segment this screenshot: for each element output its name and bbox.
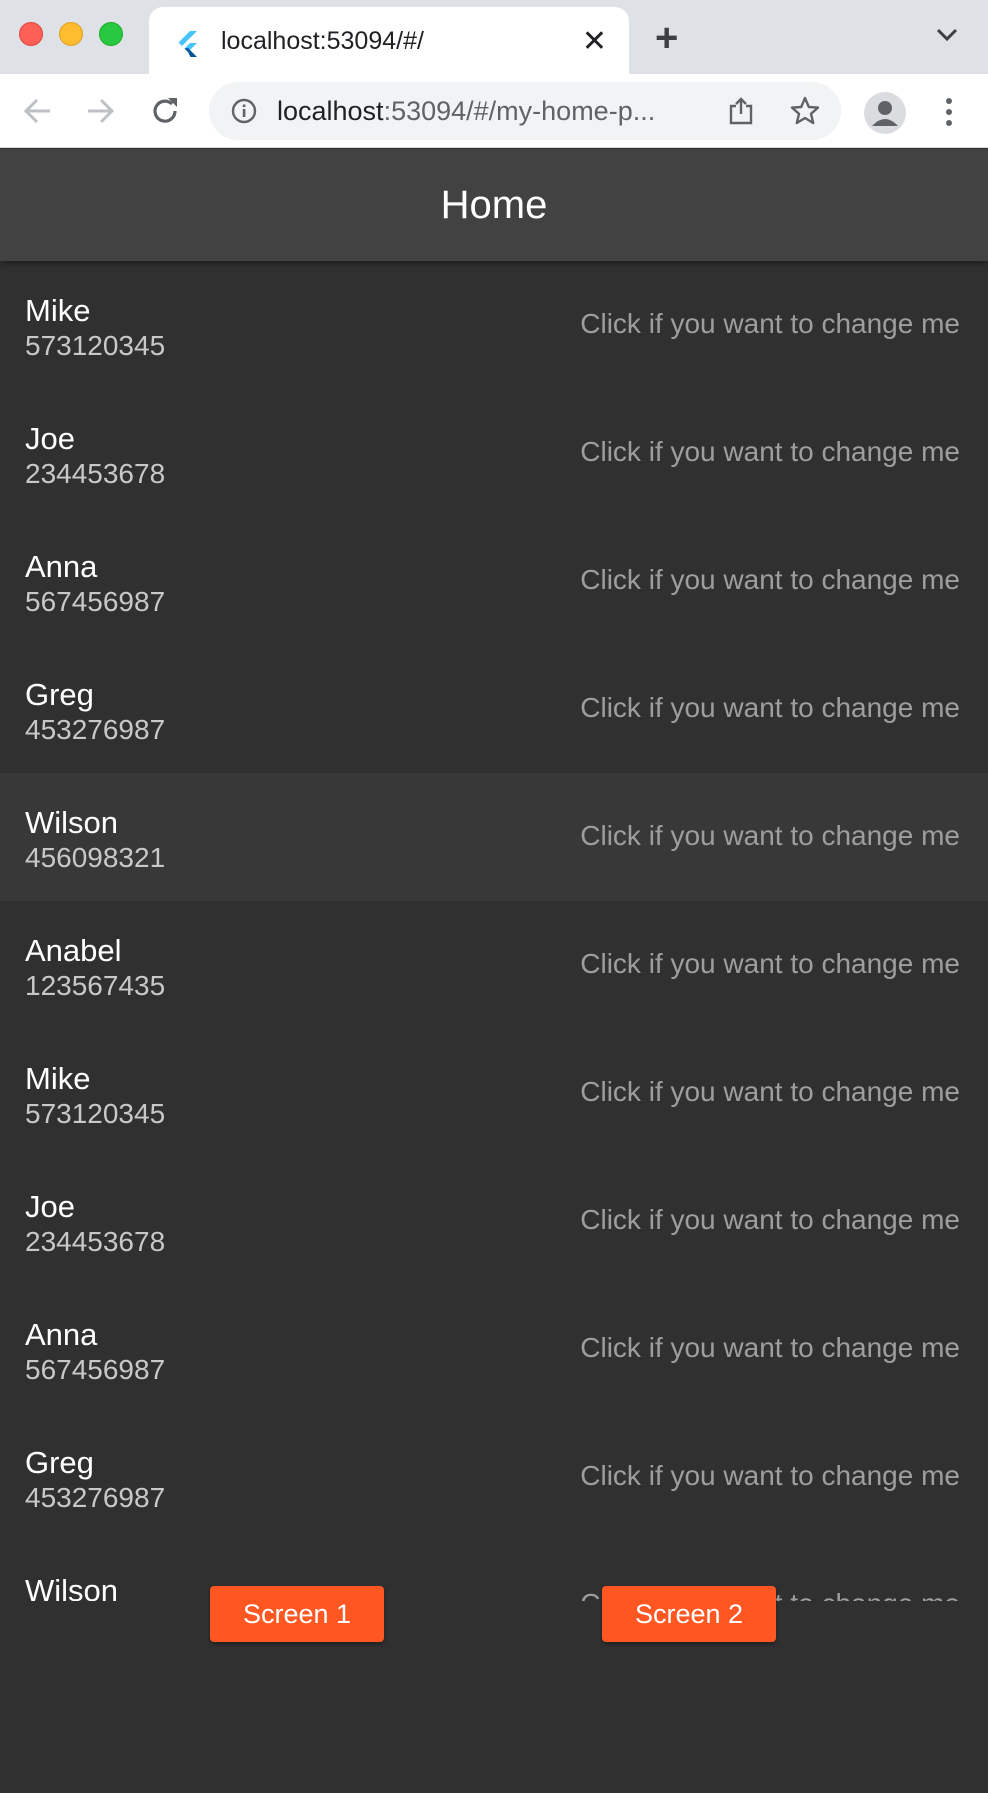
contact-phone: 453276987	[25, 714, 166, 745]
page-title: Home	[440, 183, 548, 227]
screen-2-button[interactable]: Screen 2	[602, 1586, 776, 1642]
tab-title: localhost:53094/#/	[221, 27, 424, 55]
change-me-link[interactable]: Click if you want to change me	[580, 1204, 960, 1236]
browser-toolbar: localhost:53094/#/my-home-p...	[0, 74, 988, 148]
contact-name: Greg	[25, 677, 94, 712]
close-tab-icon[interactable]: ✕	[582, 27, 607, 57]
change-me-link[interactable]: Click if you want to change me	[580, 948, 960, 980]
list-item[interactable]: Anna 567456987 Click if you want to chan…	[0, 517, 988, 645]
list-item[interactable]: Mike 573120345 Click if you want to chan…	[0, 1029, 988, 1157]
list-item[interactable]: Greg 453276987 Click if you want to chan…	[0, 645, 988, 773]
profile-avatar-icon[interactable]	[864, 92, 906, 134]
contact-name: Wilson	[25, 805, 119, 840]
contact-name: Joe	[25, 421, 75, 456]
url-host: localhost	[277, 96, 384, 126]
contact-name: Joe	[25, 1189, 75, 1224]
browser-menu-icon[interactable]	[935, 94, 963, 130]
address-bar[interactable]: localhost:53094/#/my-home-p...	[209, 82, 841, 140]
list-item[interactable]: Anna 567456987 Click if you want to chan…	[0, 1285, 988, 1413]
contact-phone: 456098321	[25, 842, 166, 873]
url-text: localhost:53094/#/my-home-p...	[277, 96, 711, 127]
change-me-link[interactable]: Click if you want to change me	[580, 1332, 960, 1364]
browser-tab[interactable]: localhost:53094/#/ ✕	[149, 7, 629, 74]
change-me-link[interactable]: Click if you want to change me	[580, 1460, 960, 1492]
change-me-link[interactable]: Click if you want to change me	[580, 308, 960, 340]
app-bar: Home	[0, 149, 988, 261]
list-item[interactable]: Greg 453276987 Click if you want to chan…	[0, 1413, 988, 1541]
contact-phone: 567456987	[25, 586, 166, 617]
close-window-button[interactable]	[19, 22, 43, 46]
maximize-window-button[interactable]	[99, 22, 123, 46]
contact-name: Anna	[25, 1317, 98, 1352]
tab-strip: localhost:53094/#/ ✕ +	[0, 0, 988, 74]
back-arrow-icon[interactable]	[18, 92, 56, 130]
list-item[interactable]: Mike 573120345 Click if you want to chan…	[0, 261, 988, 389]
flutter-favicon-icon	[178, 31, 197, 57]
list-item[interactable]: Joe 234453678 Click if you want to chang…	[0, 389, 988, 517]
contact-name: Mike	[25, 293, 91, 328]
contact-name: Anna	[25, 549, 98, 584]
contact-name: Anabel	[25, 933, 122, 968]
minimize-window-button[interactable]	[59, 22, 83, 46]
contact-phone: 567456987	[25, 1354, 166, 1385]
list-item[interactable]: Anabel 123567435 Click if you want to ch…	[0, 901, 988, 1029]
tab-list-chevron-icon[interactable]	[936, 28, 958, 42]
contact-list[interactable]: Mike 573120345 Click if you want to chan…	[0, 261, 988, 1601]
contact-phone: 453276987	[25, 1482, 166, 1513]
contact-phone: 234453678	[25, 458, 166, 489]
change-me-link[interactable]: Click if you want to change me	[580, 436, 960, 468]
app-viewport: Home Mike 573120345 Click if you want to…	[0, 149, 988, 1793]
url-path: :53094/#/my-home-p...	[383, 96, 656, 126]
change-me-link[interactable]: Click if you want to change me	[580, 564, 960, 596]
contact-name: Greg	[25, 1445, 94, 1480]
list-item-hovered[interactable]: Wilson 456098321 Click if you want to ch…	[0, 773, 988, 901]
list-item-partial[interactable]: Wilson 456098321 Click if you want to ch…	[0, 1541, 988, 1601]
share-icon[interactable]	[727, 96, 755, 126]
contact-phone: 573120345	[25, 1098, 166, 1129]
change-me-link[interactable]: Click if you want to change me	[580, 1076, 960, 1108]
reload-icon[interactable]	[146, 92, 184, 130]
contact-phone: 234453678	[25, 1226, 166, 1257]
bottom-area	[0, 1601, 988, 1793]
list-item[interactable]: Joe 234453678 Click if you want to chang…	[0, 1157, 988, 1285]
change-me-link[interactable]: Click if you want to change me	[580, 820, 960, 852]
contact-phone: 123567435	[25, 970, 166, 1001]
forward-arrow-icon[interactable]	[82, 92, 120, 130]
screen-1-button[interactable]: Screen 1	[210, 1586, 384, 1642]
contact-name: Wilson	[25, 1573, 119, 1601]
site-info-icon[interactable]	[231, 98, 257, 124]
contact-phone: 573120345	[25, 330, 166, 361]
change-me-link[interactable]: Click if you want to change me	[580, 692, 960, 724]
new-tab-icon[interactable]: +	[655, 18, 678, 58]
bookmark-star-icon[interactable]	[789, 95, 821, 127]
contact-name: Mike	[25, 1061, 91, 1096]
